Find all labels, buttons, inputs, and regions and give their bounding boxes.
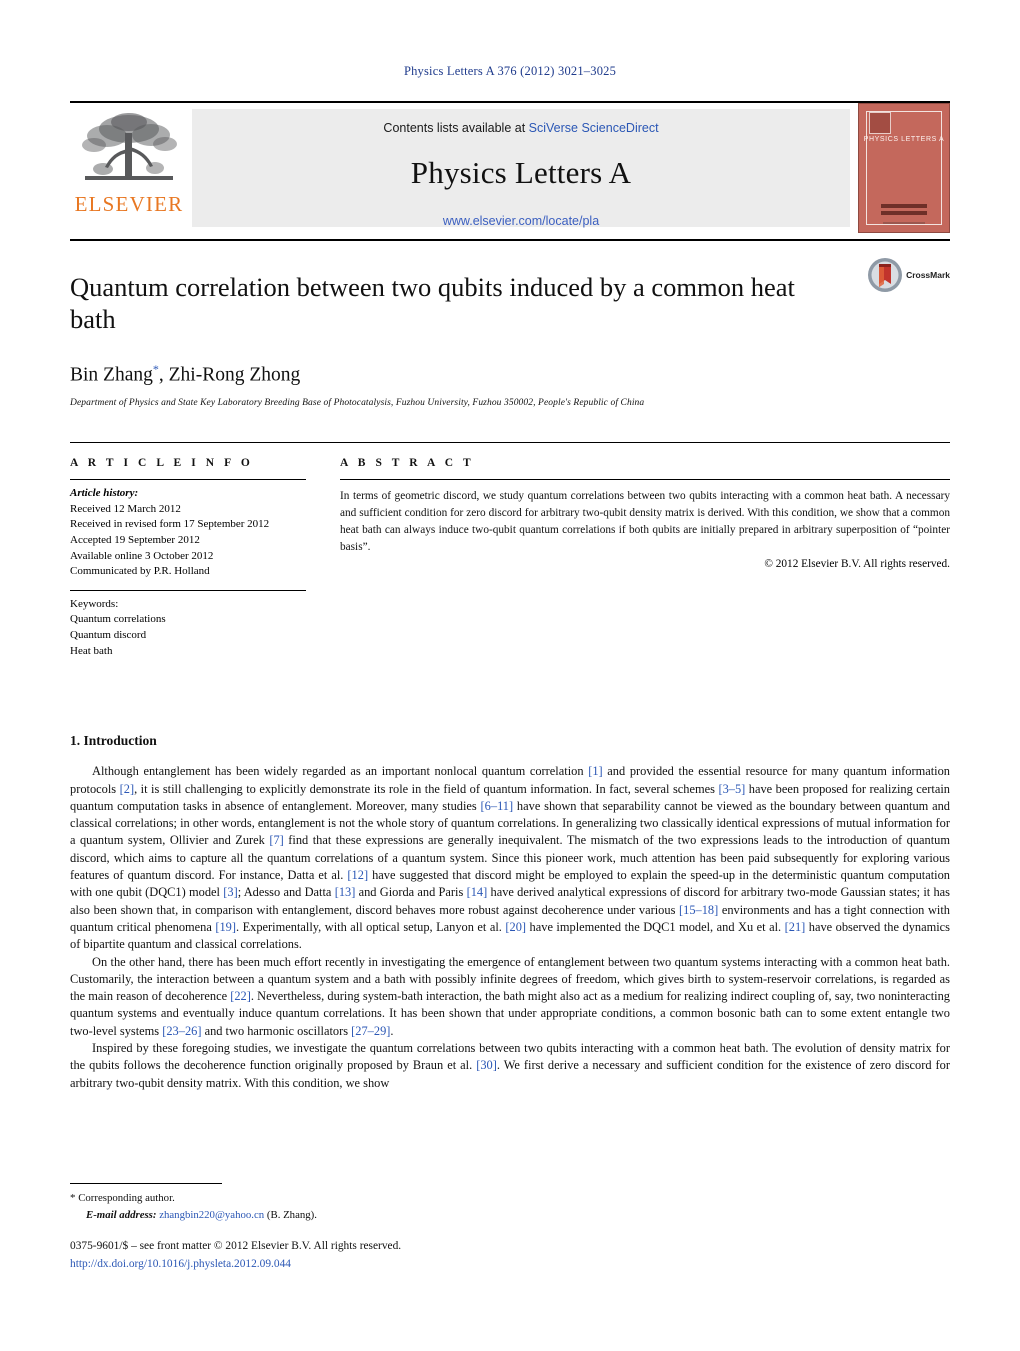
- body-text: ; Adesso and Datta: [237, 885, 335, 900]
- history-item: Received in revised form 17 September 20…: [70, 518, 270, 531]
- keywords-block: Keywords: Quantum correlations Quantum d…: [70, 591, 306, 659]
- citation-link[interactable]: [1]: [588, 764, 602, 778]
- abstract-copyright: © 2012 Elsevier B.V. All rights reserved…: [764, 557, 950, 570]
- running-head: Physics Letters A 376 (2012) 3021–3025: [403, 64, 617, 78]
- citation-link[interactable]: [12]: [347, 868, 368, 882]
- journal-masthead: ELSEVIER Contents lists available at Sci…: [70, 101, 950, 233]
- asterisk-icon: *: [70, 1192, 76, 1204]
- body-text: , it is still challenging to explicitly …: [134, 781, 719, 796]
- paragraph: On the other hand, there has been much e…: [70, 954, 950, 1040]
- body-text: .: [390, 1023, 394, 1038]
- abstract-text: In terms of geometric discord, we study …: [340, 490, 950, 553]
- author-list: Bin Zhang*, Zhi-Rong Zhong: [70, 362, 950, 387]
- footnote-block: * Corresponding author. E-mail address: …: [70, 1183, 500, 1223]
- citation-link[interactable]: [14]: [467, 885, 488, 899]
- citation-link[interactable]: [6–11]: [481, 799, 514, 813]
- journal-title: Physics Letters A: [410, 155, 632, 190]
- article-history-label: Article history:: [70, 487, 139, 500]
- history-item: Communicated by P.R. Holland: [70, 565, 210, 578]
- elsevier-tree-icon: [82, 113, 177, 180]
- abstract-heading: A B S T R A C T: [340, 457, 475, 470]
- citation-link[interactable]: [13]: [335, 885, 356, 899]
- citation-link[interactable]: [15–18]: [679, 903, 718, 917]
- history-item: Received 12 March 2012: [70, 502, 181, 515]
- email-link[interactable]: zhangbin220@yahoo.cn: [159, 1209, 264, 1221]
- masthead-band: Contents lists available at SciVerse Sci…: [192, 109, 850, 228]
- crossmark-icon: [868, 258, 903, 292]
- cover-text-block: [881, 211, 927, 215]
- sciencedirect-link[interactable]: SciVerse ScienceDirect: [529, 121, 659, 135]
- elsevier-wordmark: ELSEVIER: [74, 192, 184, 216]
- author-secondary: , Zhi-Rong Zhong: [158, 364, 301, 386]
- history-item: Accepted 19 September 2012: [70, 533, 200, 546]
- body-text: and Giorda and Paris: [355, 885, 467, 900]
- section-heading-introduction: 1. Introduction: [70, 733, 157, 749]
- citation-link[interactable]: [27–29]: [351, 1024, 390, 1038]
- history-item: Available online 3 October 2012: [70, 549, 214, 562]
- article-info-heading: A R T I C L E I N F O: [70, 457, 254, 470]
- citation-link[interactable]: [7]: [269, 833, 283, 847]
- page-title: Quantum correlation between two qubits i…: [70, 272, 795, 335]
- article-history-block: Article history: Received 12 March 2012 …: [70, 480, 306, 591]
- cover-title: PHYSICS LETTERS A: [863, 136, 945, 143]
- doi-link[interactable]: http://dx.doi.org/10.1016/j.physleta.201…: [70, 1256, 401, 1274]
- body-text: and two harmonic oscillators: [201, 1023, 352, 1038]
- info-abstract-region: A R T I C L E I N F O Article history: R…: [70, 442, 950, 659]
- citation-link[interactable]: [21]: [785, 920, 806, 934]
- journal-cover-thumbnail[interactable]: PHYSICS LETTERS A: [858, 103, 950, 233]
- crossmark-badge[interactable]: CrossMark: [867, 257, 950, 293]
- citation-link[interactable]: [3]: [223, 885, 237, 899]
- keyword-item: Heat bath: [70, 644, 113, 657]
- citation-link[interactable]: [19]: [215, 920, 236, 934]
- body-text: . Experimentally, with all optical setup…: [236, 919, 506, 934]
- paragraph: Inspired by these foregoing studies, we …: [70, 1040, 950, 1092]
- issn-copyright-block: 0375-9601/$ – see front matter © 2012 El…: [70, 1238, 401, 1273]
- corresponding-author-label: Corresponding author.: [78, 1192, 175, 1204]
- footnote-divider: [70, 1183, 222, 1184]
- elsevier-logo: ELSEVIER: [70, 103, 188, 233]
- body-text: have implemented the DQC1 model, and Xu …: [526, 919, 785, 934]
- email-note: E-mail address: zhangbin220@yahoo.cn (B.…: [70, 1207, 500, 1223]
- journal-homepage-link[interactable]: www.elsevier.com/locate/pla: [443, 214, 599, 228]
- contents-available-line: Contents lists available at SciVerse Sci…: [383, 121, 658, 135]
- cover-stamp-icon: [869, 112, 891, 134]
- cover-footer-line: [883, 222, 925, 224]
- issn-line: 0375-9601/$ – see front matter © 2012 El…: [70, 1240, 402, 1252]
- body-text: Although entanglement has been widely re…: [92, 764, 589, 779]
- article-header: CrossMark Quantum correlation between tw…: [70, 239, 950, 408]
- affiliation: Department of Physics and State Key Labo…: [70, 398, 645, 409]
- author-primary: Bin Zhang: [70, 364, 153, 386]
- abstract-column: A B S T R A C T In terms of geometric di…: [340, 457, 950, 659]
- citation-link[interactable]: [23–26]: [162, 1024, 201, 1038]
- paper-page: Physics Letters A 376 (2012) 3021–3025 E…: [0, 0, 1020, 1351]
- keywords-label: Keywords:: [70, 597, 119, 610]
- citation-link[interactable]: [22]: [230, 989, 251, 1003]
- paragraph: Although entanglement has been widely re…: [70, 763, 950, 953]
- cover-text-block: [881, 204, 927, 208]
- keyword-item: Quantum discord: [70, 629, 147, 642]
- citation-link[interactable]: [30]: [476, 1058, 497, 1072]
- contents-prefix: Contents lists available at: [383, 121, 529, 135]
- email-label: E-mail address:: [86, 1208, 157, 1221]
- citation-link[interactable]: [20]: [505, 920, 526, 934]
- article-body: 1. Introduction Although entanglement ha…: [70, 733, 950, 1092]
- crossmark-label: CrossMark: [906, 270, 950, 280]
- citation-link[interactable]: [3–5]: [718, 782, 745, 796]
- email-owner: (B. Zhang).: [266, 1208, 317, 1221]
- citation-link[interactable]: [2]: [120, 782, 134, 796]
- corresponding-author-note: * Corresponding author.: [70, 1190, 500, 1207]
- article-info-column: A R T I C L E I N F O Article history: R…: [70, 457, 306, 659]
- keyword-item: Quantum correlations: [70, 613, 166, 626]
